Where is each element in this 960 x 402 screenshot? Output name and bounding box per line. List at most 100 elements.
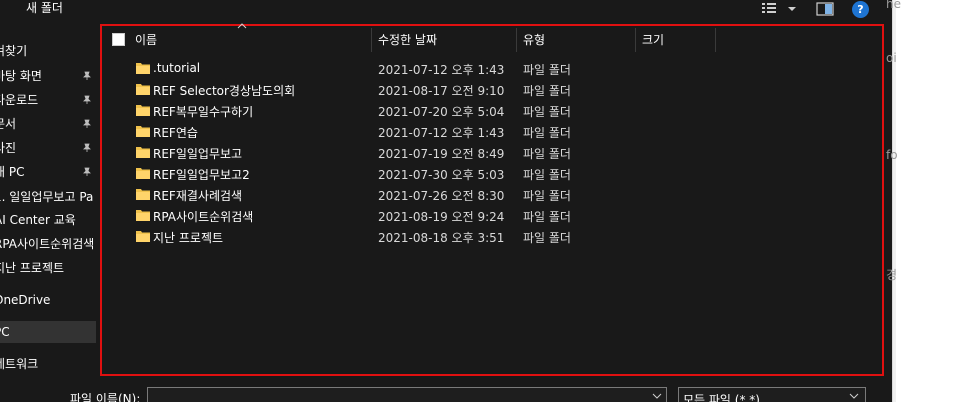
help-button[interactable]: ? <box>852 1 869 18</box>
navigation-pane: 겨찾기 바탕 화면 다운로드 문서 사진 내 PC 1. 일일업무보고 Pa A… <box>0 20 98 376</box>
nav-item-desktop[interactable]: 바탕 화면 <box>0 65 98 87</box>
nav-item-this-pc[interactable]: PC <box>0 321 96 343</box>
nav-item-label: 내 PC <box>0 165 25 179</box>
file-modified: 2021-07-12 오후 1:43 <box>378 126 505 140</box>
filename-input[interactable] <box>147 387 667 402</box>
column-header-modified[interactable]: 수정한 날짜 <box>378 29 437 51</box>
file-name: REF연습 <box>153 126 198 140</box>
chevron-down-icon <box>849 393 859 399</box>
file-name: .tutorial <box>153 61 201 75</box>
nav-item-daily-report[interactable]: 1. 일일업무보고 Pa <box>0 186 98 208</box>
list-item[interactable]: REF재결사례검색 2021-07-26 오전 8:30 파일 폴더 <box>102 184 882 205</box>
file-name: REF Selector경상남도의회 <box>153 84 296 98</box>
background-window: he oi fo 경 <box>886 0 960 402</box>
file-name: REF재결사례검색 <box>153 189 243 203</box>
column-divider[interactable] <box>516 28 517 52</box>
list-item[interactable]: REF Selector경상남도의회 2021-08-17 오전 9:10 파일… <box>102 79 882 100</box>
nav-item-this-pc-quick[interactable]: 내 PC <box>0 161 98 183</box>
file-modified: 2021-08-17 오전 9:10 <box>378 84 505 98</box>
filetype-value: 모든 파일 (*.*) <box>683 393 760 402</box>
column-divider[interactable] <box>715 28 716 52</box>
background-text: 경 <box>886 268 898 282</box>
preview-pane-button[interactable] <box>816 2 834 16</box>
file-modified: 2021-07-12 오후 1:43 <box>378 63 505 77</box>
folder-icon <box>136 231 150 242</box>
background-text: fo <box>886 148 898 162</box>
list-item[interactable]: 지난 프로젝트 2021-08-18 오후 3:51 파일 폴더 <box>102 226 882 247</box>
change-view-button[interactable] <box>760 2 800 16</box>
filename-bar: 파일 이름(N): 모든 파일 (*.*) <box>0 378 892 402</box>
nav-item-label: RPA사이트순위검색 <box>0 237 95 251</box>
column-header-size[interactable]: 크기 <box>642 29 664 51</box>
nav-item-onedrive[interactable]: OneDrive <box>0 289 98 311</box>
pin-icon <box>83 119 91 128</box>
folder-icon <box>136 147 150 158</box>
file-type: 파일 폴더 <box>523 126 571 140</box>
list-item[interactable]: REF일일업무보고 2021-07-19 오전 8:49 파일 폴더 <box>102 142 882 163</box>
file-modified: 2021-07-19 오전 8:49 <box>378 147 505 161</box>
folder-icon <box>136 126 150 137</box>
pin-icon <box>83 71 91 80</box>
file-type: 파일 폴더 <box>523 189 571 203</box>
column-divider[interactable] <box>371 28 372 52</box>
file-type: 파일 폴더 <box>523 168 571 182</box>
list-item[interactable]: REF일일업무보고2 2021-07-30 오후 5:03 파일 폴더 <box>102 163 882 184</box>
folder-icon <box>136 84 150 95</box>
folder-icon <box>136 168 150 179</box>
folder-icon <box>136 63 150 74</box>
file-modified: 2021-08-18 오후 3:51 <box>378 231 505 245</box>
list-item[interactable]: REF복무일수구하기 2021-07-20 오후 5:04 파일 폴더 <box>102 100 882 121</box>
file-name: 지난 프로젝트 <box>153 231 224 245</box>
file-type: 파일 폴더 <box>523 84 571 98</box>
file-list: 이름 수정한 날짜 유형 크기 .tutorial 2021-07-12 오후 … <box>100 23 884 376</box>
chevron-down-icon[interactable] <box>652 393 662 399</box>
preview-pane-icon <box>816 2 834 16</box>
list-item[interactable]: .tutorial 2021-07-12 오후 1:43 파일 폴더 <box>102 58 882 79</box>
column-divider[interactable] <box>635 28 636 52</box>
nav-item-label: 바탕 화면 <box>0 69 42 83</box>
folder-icon <box>136 105 150 116</box>
new-folder-button[interactable]: 새 폴더 <box>16 0 73 18</box>
filetype-select[interactable]: 모든 파일 (*.*) <box>678 387 866 402</box>
file-type: 파일 폴더 <box>523 63 571 77</box>
nav-item-label: 1. 일일업무보고 Pa <box>0 190 94 204</box>
nav-item-label: 지난 프로젝트 <box>0 261 65 275</box>
folder-icon <box>136 189 150 200</box>
list-item[interactable]: REF연습 2021-07-12 오후 1:43 파일 폴더 <box>102 121 882 142</box>
nav-item-past-projects[interactable]: 지난 프로젝트 <box>0 257 98 279</box>
select-all-checkbox[interactable] <box>112 33 125 46</box>
column-header-type[interactable]: 유형 <box>523 29 545 51</box>
nav-item-label: 다운로드 <box>0 93 39 107</box>
file-name: REF일일업무보고2 <box>153 168 250 182</box>
file-type: 파일 폴더 <box>523 231 571 245</box>
nav-item-label: OneDrive <box>0 293 51 307</box>
nav-item-label: PC <box>0 325 10 339</box>
toolbar: 새 폴더 ? <box>0 0 892 20</box>
filename-label: 파일 이름(N): <box>70 392 141 402</box>
nav-item-label: 네트워크 <box>0 357 39 371</box>
nav-item-ai-center[interactable]: AI Center 교육 <box>0 209 98 231</box>
folder-icon <box>136 210 150 221</box>
save-dialog: 새 폴더 ? 겨찾기 바탕 화면 <box>0 0 892 402</box>
nav-item-downloads[interactable]: 다운로드 <box>0 89 98 111</box>
file-name: REF일일업무보고 <box>153 147 243 161</box>
file-type: 파일 폴더 <box>523 105 571 119</box>
nav-item-network[interactable]: 네트워크 <box>0 353 98 375</box>
file-modified: 2021-07-30 오후 5:03 <box>378 168 505 182</box>
nav-item-label: 사진 <box>0 141 17 155</box>
nav-item-documents[interactable]: 문서 <box>0 113 98 135</box>
nav-item-label: 문서 <box>0 117 17 131</box>
background-text: he <box>886 0 901 11</box>
nav-item-label: AI Center 교육 <box>0 213 76 227</box>
nav-item-rpa-search[interactable]: RPA사이트순위검색 <box>0 233 98 255</box>
nav-item-quick-access[interactable]: 겨찾기 <box>0 40 98 62</box>
file-name: REF복무일수구하기 <box>153 105 254 119</box>
file-modified: 2021-07-20 오후 5:04 <box>378 105 505 119</box>
nav-item-pictures[interactable]: 사진 <box>0 137 98 159</box>
file-name: RPA사이트순위검색 <box>153 210 254 224</box>
file-type: 파일 폴더 <box>523 210 571 224</box>
column-header-name[interactable]: 이름 <box>135 29 157 51</box>
pin-icon <box>83 167 91 176</box>
pin-icon <box>83 95 91 104</box>
list-item[interactable]: RPA사이트순위검색 2021-08-19 오전 9:24 파일 폴더 <box>102 205 882 226</box>
